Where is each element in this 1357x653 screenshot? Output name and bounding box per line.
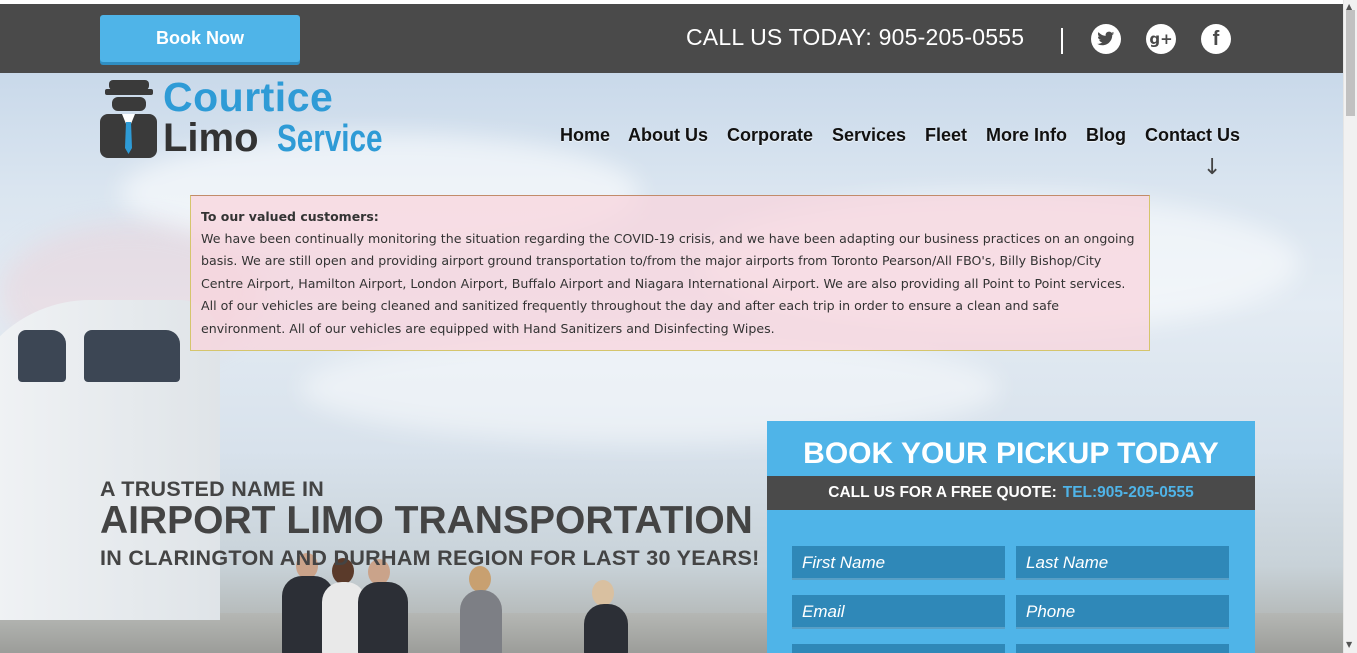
top-bar: Book Now CALL US TODAY: 905-205-0555 g+ … [0,4,1343,73]
plane-window [84,330,180,382]
notice-body: We have been continually monitoring the … [201,231,1135,336]
page: Book Now CALL US TODAY: 905-205-0555 g+ … [0,0,1357,653]
first-name-field[interactable]: First Name [792,546,1005,580]
nav-contact-us[interactable]: Contact Us [1145,125,1240,146]
nav-home[interactable]: Home [560,125,610,146]
google-plus-icon[interactable]: g+ [1146,24,1176,54]
nav-fleet[interactable]: Fleet [925,125,967,146]
tagline-line3: IN CLARINGTON AND DURHAM REGION FOR LAST… [100,546,760,570]
covid-notice: To our valued customers: We have been co… [190,195,1150,351]
scrollbar-thumb[interactable] [1346,10,1355,116]
person-head [592,580,614,606]
notice-title: To our valued customers: [201,209,379,224]
logo-text-limo[interactable]: Limo [163,116,259,161]
plane-window [18,330,66,382]
free-quote-bar: CALL US FOR A FREE QUOTE: TEL:905-205-05… [767,476,1255,510]
arrow-down-icon[interactable]: ↓ [1203,155,1221,180]
facebook-icon[interactable]: f [1201,24,1231,54]
person-silhouette [460,590,502,653]
logo-text-courtice[interactable]: Courtice [163,74,333,121]
twitter-icon[interactable] [1091,24,1121,54]
nav-corporate[interactable]: Corporate [727,125,813,146]
header-divider [1061,28,1063,54]
free-quote-phone-link[interactable]: TEL:905-205-0555 [1063,484,1194,502]
booking-title: BOOK YOUR PICKUP TODAY [803,437,1219,470]
scroll-down-icon[interactable]: ▼ [1346,640,1352,649]
form-field[interactable] [792,644,1005,653]
last-name-field[interactable]: Last Name [1016,546,1229,580]
free-quote-label: CALL US FOR A FREE QUOTE: [828,484,1057,501]
call-us-phone[interactable]: CALL US TODAY: 905-205-0555 [686,24,1024,51]
book-now-button[interactable]: Book Now [100,15,300,62]
booking-panel: BOOK YOUR PICKUP TODAY CALL US FOR A FRE… [767,421,1255,653]
chauffeur-logo-icon [100,80,157,158]
person-silhouette [584,604,628,653]
tagline-headline: AIRPORT LIMO TRANSPORTATION [100,499,753,542]
nav-more-info[interactable]: More Info [986,125,1067,146]
phone-field[interactable]: Phone [1016,595,1229,629]
nav-about-us[interactable]: About Us [628,125,708,146]
nav-blog[interactable]: Blog [1086,125,1126,146]
form-field[interactable] [1016,644,1229,653]
logo-text-service[interactable]: Service [277,118,382,161]
email-field[interactable]: Email [792,595,1005,629]
twitter-bird-glyph [1097,31,1115,46]
nav-services[interactable]: Services [832,125,906,146]
person-silhouette [358,582,408,653]
